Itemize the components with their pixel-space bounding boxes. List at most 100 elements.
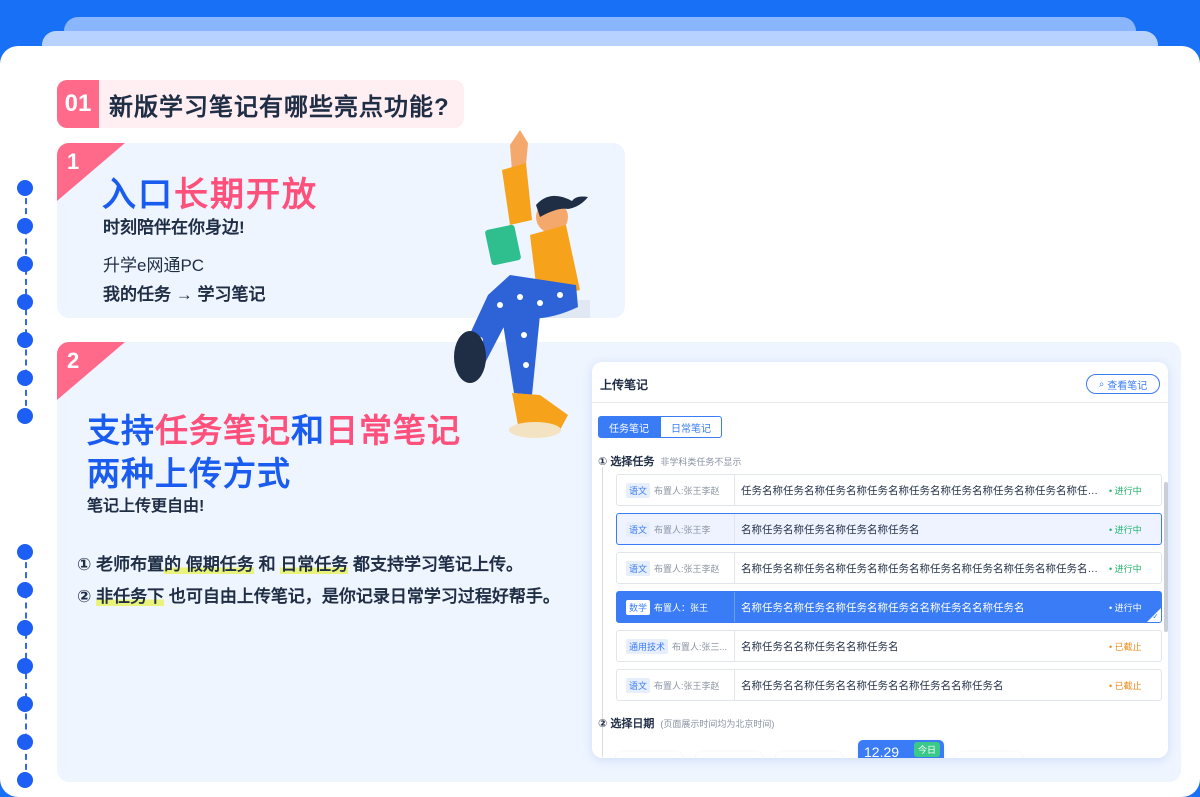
assigner: 布置人:张王李赵 bbox=[654, 680, 720, 691]
tab-task-notes[interactable]: 任务笔记 bbox=[598, 416, 660, 438]
p2-text: ② bbox=[77, 587, 97, 606]
timeline-dot bbox=[17, 218, 33, 234]
feature-point-1: ① 老师布置的 假期任务 和 日常任务 都支持学习笔记上传。 bbox=[77, 550, 523, 575]
task-meta: 语文 布置人:张王李赵 bbox=[617, 670, 735, 700]
assigner: 布置人:张王李赵 bbox=[654, 563, 720, 574]
timeline-dot bbox=[17, 370, 33, 386]
timeline-dot bbox=[17, 256, 33, 272]
card-path-line2: 我的任务 → 学习笔记 bbox=[103, 285, 266, 304]
date-option[interactable] bbox=[616, 752, 682, 758]
assigner: 布置人:张王李赵 bbox=[654, 485, 720, 496]
title-blue: 入口 bbox=[102, 176, 174, 214]
task-meta: 数学 布置人：张王 bbox=[617, 592, 735, 622]
task-name: 名称任务名称任务名称任务名称任务名 bbox=[741, 523, 920, 536]
subject-tag: 通用技术 bbox=[626, 638, 669, 654]
step2-hint: (页面展示时间均为北京时间) bbox=[660, 719, 775, 729]
task-row[interactable]: 语文 布置人:张王李赵 名称任务名称任务名称任务名称任务名称任务名称任务名称任务名… bbox=[616, 552, 1162, 584]
date-option[interactable] bbox=[956, 752, 1022, 758]
task-status: • 已截止 bbox=[1109, 680, 1142, 691]
panel-title: 上传笔记 bbox=[600, 378, 649, 392]
note-type-tabs: 任务笔记 日常笔记 bbox=[598, 416, 722, 438]
task-row[interactable]: 语文 布置人:张王李 名称任务名称任务名称任务名称任务名 • 进行中 bbox=[616, 513, 1162, 545]
p2-text: 也可自由上传笔记，是你记录日常学习过程好帮手。 bbox=[164, 587, 560, 606]
tab-daily-notes[interactable]: 日常笔记 bbox=[660, 416, 722, 438]
timeline-dot bbox=[17, 772, 33, 788]
p1-highlight: 的 假期任务 bbox=[164, 555, 254, 574]
card-title-line2: 两种上传方式 bbox=[87, 455, 291, 492]
p1-text: ① 老师布置 bbox=[77, 555, 165, 574]
step1-label: ① 选择任务 bbox=[598, 456, 655, 468]
card-number: 1 bbox=[67, 149, 80, 174]
subject-tag: 语文 bbox=[626, 677, 651, 693]
step-select-task: ① 选择任务 非学科类任务不显示 bbox=[598, 453, 741, 469]
timeline-dot bbox=[17, 332, 33, 348]
timeline-dot bbox=[17, 734, 33, 750]
title-pink: 长期开放 bbox=[174, 176, 318, 214]
card-title-line1: 支持任务笔记和日常笔记 bbox=[87, 404, 461, 452]
assigner: 布置人：张王 bbox=[654, 602, 709, 613]
p1-text: 和 bbox=[253, 555, 281, 574]
subject-tag: 语文 bbox=[626, 482, 651, 498]
task-row[interactable]: 通用技术 布置人:张三... 名称任务名名称任务名名称任务名 • 已截止 bbox=[616, 630, 1162, 662]
timeline-dot bbox=[17, 696, 33, 712]
subject-tag: 数学 bbox=[626, 599, 651, 615]
date-value: 12.29 bbox=[864, 744, 900, 758]
task-meta: 通用技术 布置人:张三... bbox=[617, 631, 735, 661]
step1-hint: 非学科类任务不显示 bbox=[660, 457, 742, 467]
date-option[interactable] bbox=[776, 752, 842, 758]
task-row-selected[interactable]: 数学 布置人：张王 名称任务名称任务名称任务名称任务名名称任务名名称任务名 • 进… bbox=[616, 591, 1162, 623]
task-meta: 语文 布置人:张王李赵 bbox=[617, 475, 735, 505]
p1-highlight: 日常任务 bbox=[280, 555, 349, 574]
timeline-dot bbox=[17, 620, 33, 636]
assigner: 布置人:张三... bbox=[672, 641, 728, 652]
task-name: 名称任务名称任务名称任务名称任务名称任务名称任务名称任务名称任务名称任务名 bbox=[741, 562, 1105, 575]
timeline-dot bbox=[17, 544, 33, 560]
task-status: • 进行中 bbox=[1109, 485, 1142, 496]
p2-highlight: 非任务下 bbox=[96, 587, 165, 606]
view-notes-button[interactable]: ⌕ 查看笔记 bbox=[1086, 374, 1160, 394]
step-connector bbox=[602, 467, 603, 757]
feature-point-2: ② 非任务下 也可自由上传笔记，是你记录日常学习过程好帮手。 bbox=[77, 582, 560, 607]
t1-blue: 支持 bbox=[87, 412, 155, 449]
t1-blue2: 和 bbox=[291, 412, 325, 449]
task-meta: 语文 布置人:张王李 bbox=[617, 514, 735, 544]
step2-label: ② 选择日期 bbox=[598, 718, 655, 730]
student-illustration bbox=[454, 130, 590, 438]
task-name: 任务名称任务名称任务名称任务名称任务名称任务名称任务名称任务名称任务名称任务名称 bbox=[741, 484, 1105, 497]
assigner: 布置人:张王李 bbox=[654, 524, 711, 535]
t1-pink: 任务笔记 bbox=[155, 412, 291, 449]
section-number: 01 bbox=[57, 80, 99, 128]
timeline-dot bbox=[17, 294, 33, 310]
task-row[interactable]: 语文 布置人:张王李赵 名称任务名名称任务名名称任务名名称任务名名称任务名 • 已… bbox=[616, 669, 1162, 701]
date-option[interactable] bbox=[696, 752, 762, 758]
timeline-dot bbox=[17, 658, 33, 674]
task-status: • 已截止 bbox=[1109, 641, 1142, 652]
task-row[interactable]: 语文 布置人:张王李赵 任务名称任务名称任务名称任务名称任务名称任务名称任务名称任… bbox=[616, 474, 1162, 506]
subject-tag: 语文 bbox=[626, 560, 651, 576]
task-name: 名称任务名称任务名称任务名称任务名名称任务名名称任务名 bbox=[741, 601, 1025, 614]
task-meta: 语文 布置人:张王李赵 bbox=[617, 553, 735, 583]
task-status: • 进行中 bbox=[1109, 563, 1142, 574]
task-name: 名称任务名名称任务名名称任务名名称任务名名称任务名 bbox=[741, 679, 1004, 692]
view-notes-label: 查看笔记 bbox=[1107, 380, 1148, 392]
date-option-selected[interactable]: 12.29 今日 bbox=[858, 740, 944, 758]
card-subtitle: 笔记上传更自由! bbox=[87, 498, 205, 515]
section-title: 新版学习笔记有哪些亮点功能? bbox=[109, 93, 450, 121]
timeline-dot bbox=[17, 408, 33, 424]
check-icon: ✓ bbox=[1152, 612, 1159, 621]
card-title: 入口长期开放 bbox=[102, 167, 318, 216]
divider bbox=[592, 402, 1168, 403]
section-heading: 01 新版学习笔记有哪些亮点功能? bbox=[57, 80, 464, 128]
p1-text: 都支持学习笔记上传。 bbox=[348, 555, 524, 574]
card-number: 2 bbox=[67, 348, 80, 373]
scrollbar[interactable] bbox=[1164, 482, 1168, 632]
today-badge: 今日 bbox=[913, 742, 940, 757]
subject-tag: 语文 bbox=[626, 521, 651, 537]
timeline-dot bbox=[17, 180, 33, 196]
timeline-dot bbox=[17, 582, 33, 598]
step-select-date: ② 选择日期 (页面展示时间均为北京时间) bbox=[598, 715, 774, 731]
task-status: • 进行中 bbox=[1109, 524, 1142, 535]
task-name: 名称任务名名称任务名名称任务名 bbox=[741, 640, 899, 653]
upload-notes-panel: 上传笔记 ⌕ 查看笔记 任务笔记 日常笔记 ① 选择任务 非学科类任务不显示 语文布… bbox=[592, 362, 1168, 758]
card-path-line1: 升学e网通PC bbox=[103, 256, 205, 275]
